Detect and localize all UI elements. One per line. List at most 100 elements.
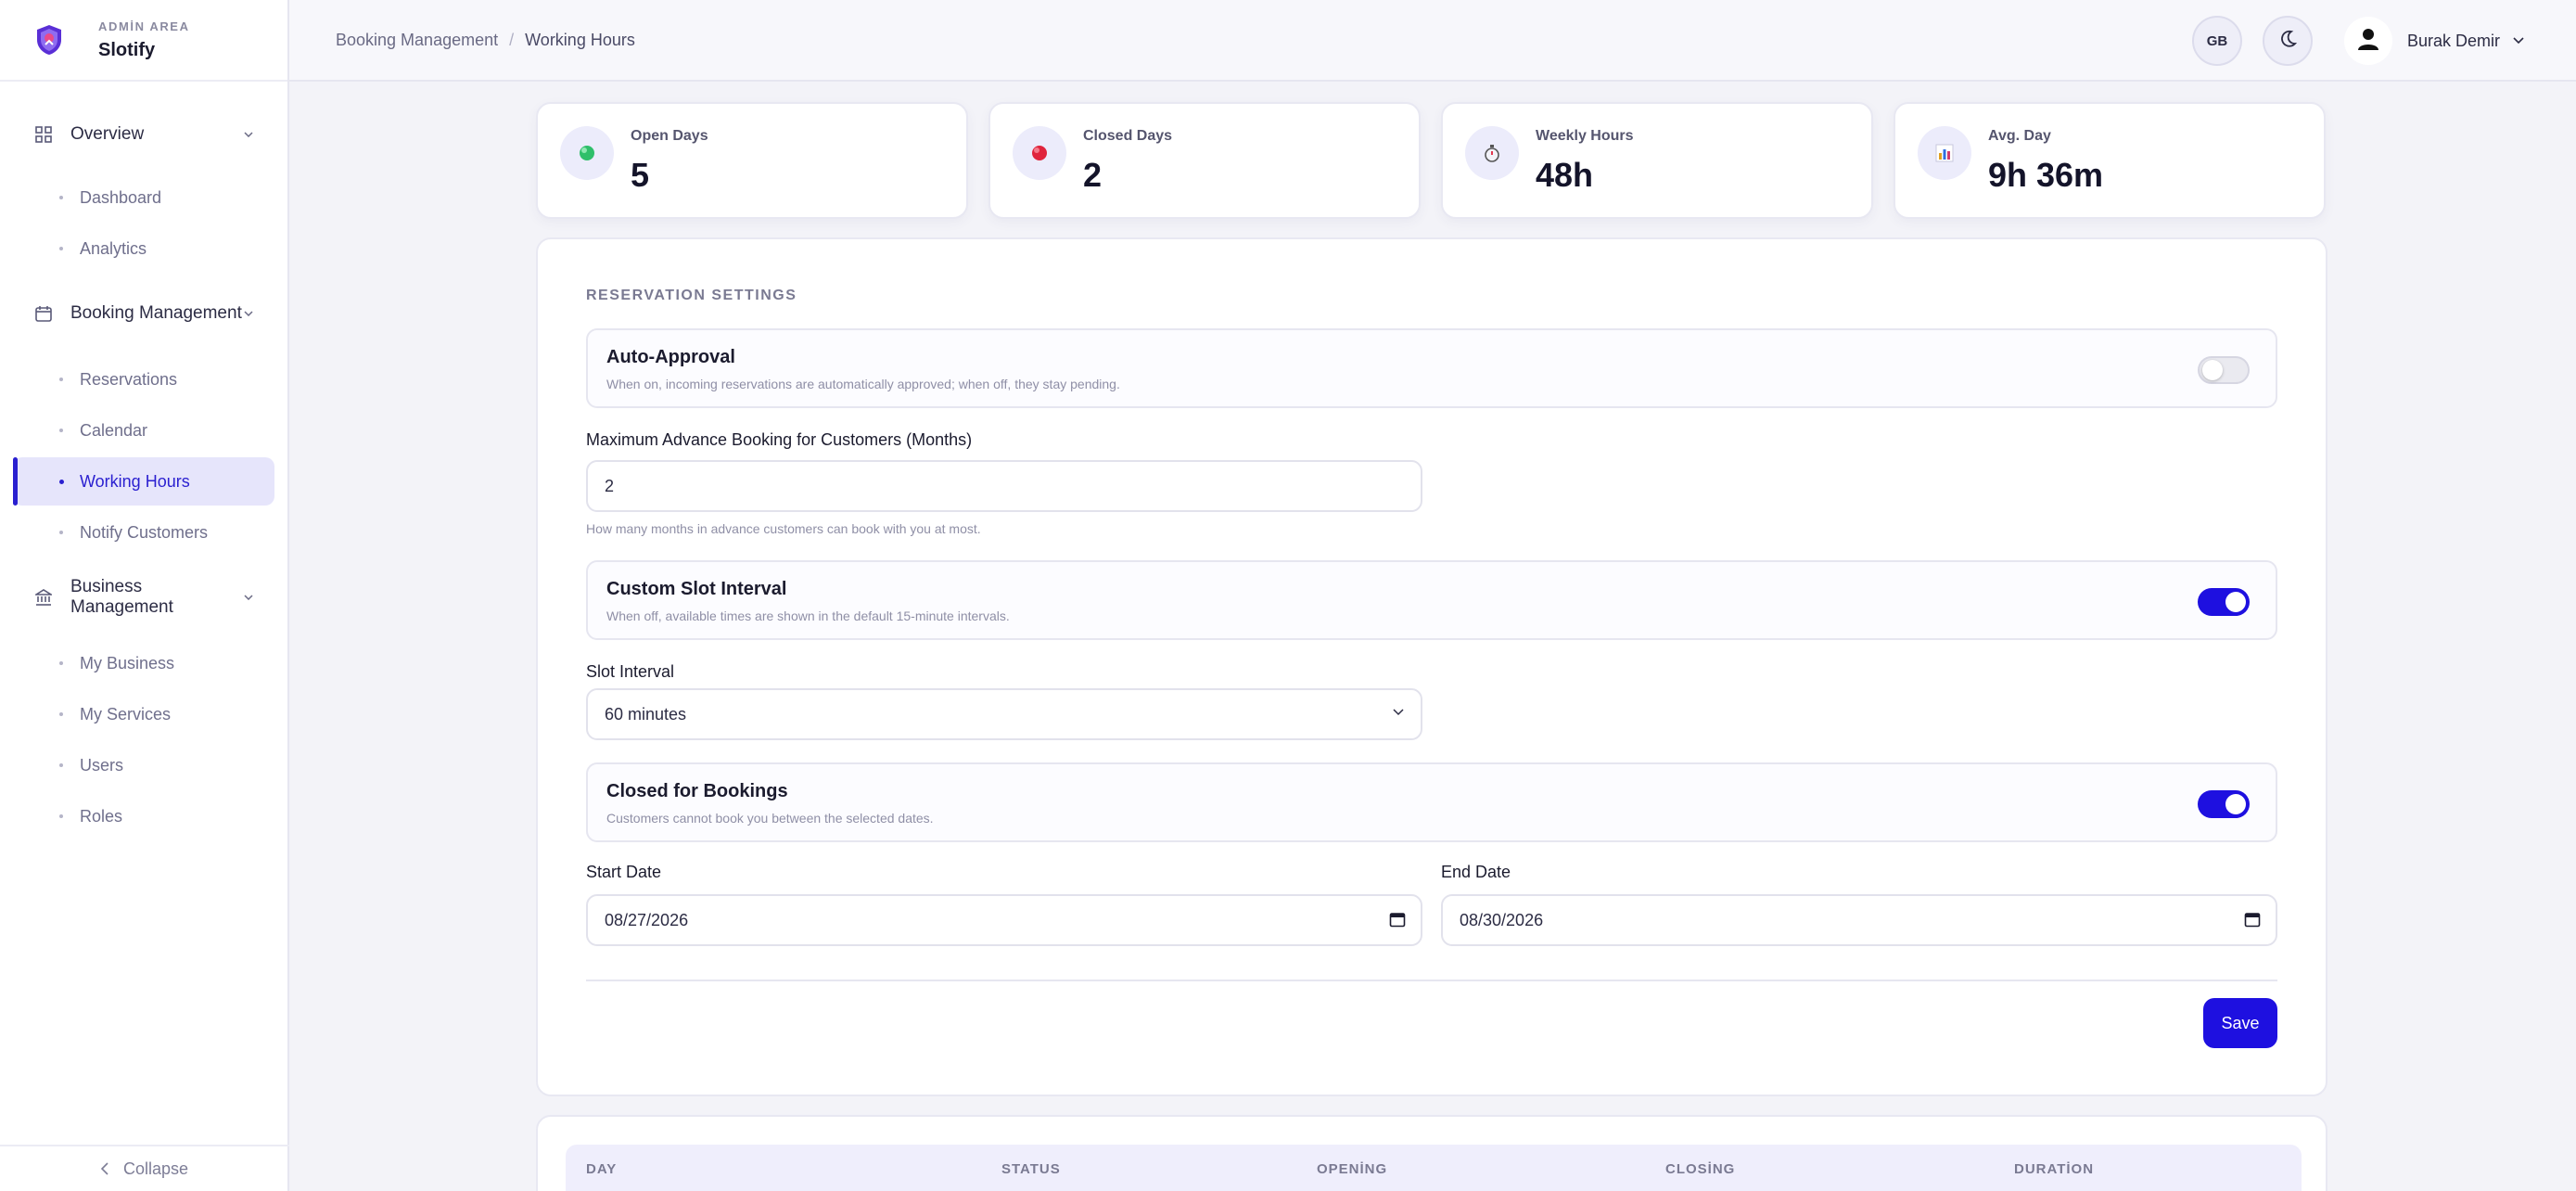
sidebar-item-roles[interactable]: Roles xyxy=(13,792,274,840)
slot-interval-label: Slot Interval xyxy=(586,662,675,681)
column-header-duration: DURATİON xyxy=(2014,1161,2095,1177)
user-menu[interactable]: Burak Demir xyxy=(2343,17,2524,65)
slot-interval-select[interactable]: 60 minutes xyxy=(586,688,1422,740)
stat-label: Open Days xyxy=(631,128,708,144)
chevron-down-icon xyxy=(2513,37,2524,45)
toggle-knob xyxy=(2225,592,2246,612)
closed-for-bookings-toggle[interactable] xyxy=(2198,790,2250,818)
end-date-value: 08/30/2026 xyxy=(1460,910,1544,929)
bullet-dot-icon xyxy=(59,479,64,484)
bar-chart-icon xyxy=(1918,126,1971,180)
green-dot-icon xyxy=(560,126,614,180)
nav-group-label: Booking Management xyxy=(70,303,242,323)
user-name: Burak Demir xyxy=(2406,31,2500,50)
topbar: Booking Management / Working Hours GB Bu… xyxy=(289,0,2576,82)
chevron-down-icon xyxy=(1393,709,1404,716)
topbar-actions: GB Burak Demir xyxy=(2172,0,2524,82)
save-button[interactable]: Save xyxy=(2203,998,2277,1048)
nav-group-booking-management[interactable]: Booking Management xyxy=(0,280,287,347)
auto-approval-row: Auto-Approval When on, incoming reservat… xyxy=(586,328,2277,408)
section-title: RESERVATION SETTINGS xyxy=(586,288,797,303)
table-header: DAY STATUS OPENİNG CLOSİNG DURATİON xyxy=(566,1145,2302,1191)
stat-value: 48h xyxy=(1536,156,1594,194)
user-icon xyxy=(2356,27,2380,56)
nav-group-business-management[interactable]: Business Management xyxy=(0,564,287,631)
stat-card-avg-day: Avg. Day 9h 36m xyxy=(1894,102,2326,219)
slot-interval-value: 60 minutes xyxy=(605,704,687,724)
nav-group-label: Business Management xyxy=(70,577,173,617)
closed-for-bookings-row: Closed for Bookings Customers cannot boo… xyxy=(586,762,2277,842)
start-date-value: 08/27/2026 xyxy=(605,910,689,929)
sidebar-item-my-services[interactable]: My Services xyxy=(13,690,274,738)
brand-name: Slotify xyxy=(98,39,156,60)
theme-toggle-button[interactable] xyxy=(2262,16,2313,66)
breadcrumb-booking-management[interactable]: Booking Management xyxy=(336,31,498,50)
bullet-dot-icon xyxy=(59,378,63,381)
max-advance-input[interactable]: 2 xyxy=(586,460,1422,512)
column-header-day: DAY xyxy=(586,1161,618,1177)
breadcrumb-separator: / xyxy=(509,30,515,49)
stat-value: 5 xyxy=(631,156,650,194)
stat-value: 2 xyxy=(1083,156,1103,194)
max-advance-hint: How many months in advance customers can… xyxy=(586,521,981,536)
grid-icon xyxy=(33,124,54,145)
column-header-opening: OPENİNG xyxy=(1317,1161,1388,1177)
auto-approval-title: Auto-Approval xyxy=(606,347,735,367)
bullet-dot-icon xyxy=(59,196,63,199)
sidebar-item-dashboard[interactable]: Dashboard xyxy=(13,173,274,222)
start-date-input[interactable]: 08/27/2026 xyxy=(586,894,1422,946)
chevron-left-icon xyxy=(100,1162,108,1175)
bullet-dot-icon xyxy=(59,531,63,534)
sidebar-item-working-hours[interactable]: Working Hours xyxy=(13,457,274,506)
sidebar-nav: Overview Dashboard Analytics Booking Man… xyxy=(0,82,287,840)
collapse-button[interactable]: Collapse xyxy=(0,1145,289,1191)
toggle-knob xyxy=(2202,360,2223,380)
sidebar-item-notify-customers[interactable]: Notify Customers xyxy=(13,508,274,557)
brand-area-label: ADMİN AREA xyxy=(98,19,190,33)
calendar-icon[interactable] xyxy=(1389,911,1406,928)
nav-group-label: Overview xyxy=(70,124,145,144)
end-date-input[interactable]: 08/30/2026 xyxy=(1441,894,2277,946)
auto-approval-description: When on, incoming reservations are autom… xyxy=(606,377,1120,391)
stat-card-weekly-hours: Weekly Hours 48h xyxy=(1441,102,1873,219)
moon-icon xyxy=(2277,29,2298,53)
breadcrumb-working-hours: Working Hours xyxy=(525,30,635,49)
stat-label: Closed Days xyxy=(1083,128,1173,144)
stat-label: Avg. Day xyxy=(1988,128,2051,144)
column-header-closing: CLOSİNG xyxy=(1665,1161,1736,1177)
bullet-dot-icon xyxy=(59,247,63,250)
closed-for-bookings-title: Closed for Bookings xyxy=(606,781,788,801)
sidebar-item-users[interactable]: Users xyxy=(13,741,274,789)
custom-slot-row: Custom Slot Interval When off, available… xyxy=(586,560,2277,640)
column-header-status: STATUS xyxy=(1001,1161,1061,1177)
custom-slot-description: When off, available times are shown in t… xyxy=(606,608,1010,623)
bullet-dot-icon xyxy=(59,712,63,716)
bank-icon xyxy=(33,587,54,608)
breadcrumb: Booking Management / Working Hours xyxy=(336,31,635,50)
language-button[interactable]: GB xyxy=(2191,16,2242,66)
custom-slot-toggle[interactable] xyxy=(2198,588,2250,616)
closed-for-bookings-description: Customers cannot book you between the se… xyxy=(606,811,934,826)
chevron-down-icon xyxy=(243,129,254,140)
slotify-logo-icon xyxy=(33,22,65,58)
calendar-icon xyxy=(33,303,54,324)
calendar-icon[interactable] xyxy=(2244,911,2261,928)
stat-card-closed-days: Closed Days 2 xyxy=(988,102,1421,219)
brand[interactable]: ADMİN AREA Slotify xyxy=(0,0,287,82)
sidebar-item-analytics[interactable]: Analytics xyxy=(13,224,274,273)
stat-card-open-days: Open Days 5 xyxy=(536,102,968,219)
bullet-dot-icon xyxy=(59,429,63,432)
auto-approval-toggle[interactable] xyxy=(2198,356,2250,384)
divider xyxy=(586,980,2277,981)
chevron-down-icon xyxy=(243,592,254,603)
bullet-dot-icon xyxy=(59,763,63,767)
sidebar-item-reservations[interactable]: Reservations xyxy=(13,355,274,403)
custom-slot-title: Custom Slot Interval xyxy=(606,579,787,599)
nav-group-overview[interactable]: Overview xyxy=(0,108,287,161)
sidebar-item-my-business[interactable]: My Business xyxy=(13,639,274,687)
red-dot-icon xyxy=(1013,126,1066,180)
stat-value: 9h 36m xyxy=(1988,156,2104,194)
toggle-knob xyxy=(2225,794,2246,814)
sidebar-item-calendar[interactable]: Calendar xyxy=(13,406,274,455)
collapse-label: Collapse xyxy=(122,1159,189,1178)
